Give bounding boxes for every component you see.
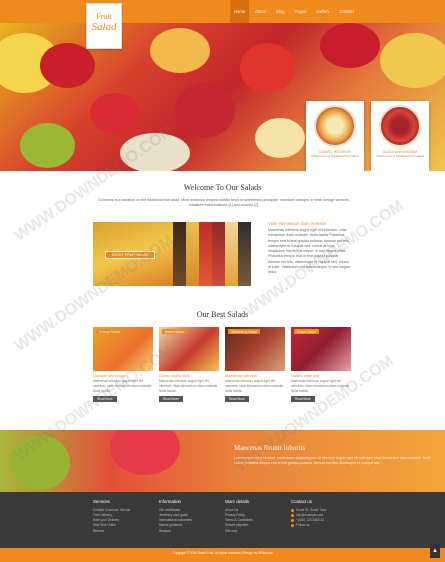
promo-banner: Maecenas Rruntr lobortis Lorem ipsum dol…	[0, 430, 445, 492]
gallery-thumb[interactable]	[212, 222, 225, 286]
footer-heading: Services	[93, 499, 110, 504]
salad-bowl-image	[314, 105, 356, 147]
nav-contact[interactable]: Contact	[336, 0, 358, 23]
read-more-button[interactable]: Read More	[225, 396, 249, 403]
salad-tile: Strawberry Salad Maecenas rutr quis Maec…	[225, 327, 285, 403]
salad-title[interactable]: Nullam vitae sed	[291, 374, 351, 378]
salad-image[interactable]: Mixed Salad	[159, 327, 219, 371]
hero-card[interactable]: AUGUSA ENGENUM Dolomera is a Traditional…	[371, 101, 429, 171]
salad-image[interactable]: Strawberry Salad	[225, 327, 285, 371]
footer-link[interactable]: Returns	[93, 529, 157, 534]
welcome-intro: Dolomera is a variation on the tradition…	[98, 198, 350, 208]
hero-fruit-apple	[255, 118, 305, 158]
social-icon	[291, 524, 294, 528]
arrow-up-icon: ▲	[432, 548, 438, 554]
hero-card-desc: Dolomera is a Traditional fruit salad	[311, 154, 359, 158]
salad-tag: Mixed Salad	[162, 329, 187, 334]
promo-fruit-kiwi	[10, 435, 70, 490]
salad-tag: Strawberry Salad	[228, 329, 261, 334]
hero-card-desc: Dolomera is a Traditional fruit salad	[376, 154, 424, 158]
salad-image[interactable]: Orange Salad	[93, 327, 153, 371]
footer-contact-text[interactable]: info@example.com	[296, 513, 323, 517]
footer-heading: More details	[225, 499, 249, 504]
hero-fruit-kiwi	[20, 123, 75, 168]
salad-title[interactable]: Donec mollis risus	[159, 374, 219, 378]
footer-heading: Information	[159, 499, 181, 504]
salad-desc: Maecenas interdum augue eget elit interd…	[225, 379, 284, 393]
read-more-button[interactable]: Read More	[159, 396, 183, 403]
copyright-bar: Copyright © 2016 Salad Fruit. All rights…	[0, 548, 445, 562]
gallery-thumb[interactable]	[173, 222, 186, 286]
mail-icon	[291, 513, 294, 517]
hero-fruit-strawberry	[320, 23, 380, 68]
hero-fruit-pineapple	[380, 33, 445, 88]
site-logo[interactable]: Fruit Salad	[86, 3, 122, 49]
gallery-main-image: ENJOY FRUIT SALAD	[93, 222, 173, 286]
read-more-button[interactable]: Read More	[291, 396, 315, 403]
nav-blog[interactable]: Blog	[272, 0, 288, 23]
salad-title[interactable]: Maecenas rutr quis	[225, 374, 285, 378]
salad-tile: Mixed Salad Donec mollis risus Maecenas …	[159, 327, 219, 403]
fruit-gallery: ENJOY FRUIT SALAD	[93, 222, 251, 286]
promo-fruit-watermelon	[110, 430, 180, 475]
footer-contact-text: +(000) 123 4565 32	[296, 518, 324, 523]
salad-desc: Maecenas interdum augue eget elit interd…	[159, 379, 218, 393]
hero-fruit-strawberry	[175, 83, 235, 138]
salad-tile: Grape Salad Nullam vitae sed Maecenas in…	[291, 327, 351, 403]
side-article-title: Vitae elementum diam molestie	[268, 221, 327, 226]
gallery-thumb[interactable]	[225, 222, 238, 286]
side-article-text: Maecenas interdum augue eget elit interd…	[268, 228, 350, 274]
footer-contact-text: Some St, Some Town	[296, 508, 327, 512]
footer-col-more-details: More details About Us Privacy Policy Ter…	[225, 499, 289, 534]
hero-fruit-melon	[150, 28, 210, 73]
main-nav: Home About Blog Pages Gallery Contact	[230, 0, 358, 23]
location-icon	[291, 508, 294, 512]
footer-col-contact: Contact us Some St, Some Town info@examp…	[291, 499, 355, 529]
promo-title: Maecenas Rruntr lobortis	[234, 444, 306, 452]
read-more-button[interactable]: Read More	[93, 396, 117, 403]
nav-gallery[interactable]: Gallery	[312, 0, 333, 23]
footer: Services Contact Customer Service Free D…	[0, 492, 445, 548]
salad-desc: Maecenas interdum augue eget elit interd…	[93, 379, 152, 393]
scroll-to-top-button[interactable]: ▲	[430, 544, 440, 558]
top-nav-bar	[0, 0, 445, 23]
nav-home[interactable]: Home	[230, 0, 250, 23]
footer-contact-text[interactable]: Follow us	[296, 523, 309, 527]
promo-text: Lorem ipsum dolor sit amet, consectetur …	[234, 456, 431, 466]
logo-line2: Salad	[91, 21, 117, 33]
nav-about[interactable]: About	[251, 0, 270, 23]
enjoy-fruit-salad-button[interactable]: ENJOY FRUIT SALAD	[105, 251, 156, 259]
footer-link[interactable]: Site map	[225, 529, 289, 534]
gallery-thumb[interactable]	[199, 222, 212, 286]
welcome-title: Welcome To Our Salads	[183, 183, 262, 192]
footer-heading: Contact us	[291, 499, 312, 504]
salad-title[interactable]: Quisque sed augue	[93, 374, 153, 378]
hero-fruit-strawberry	[240, 43, 295, 93]
footer-link[interactable]: Recipes	[159, 529, 223, 534]
salad-tag: Grape Salad	[294, 329, 320, 334]
hero-fruit-strawberry	[40, 43, 95, 88]
footer-col-services: Services Contact Customer Service Free D…	[93, 499, 157, 534]
salad-tile: Orange Salad Quisque sed augue Maecenas …	[93, 327, 153, 403]
logo-line1: Fruit	[96, 12, 112, 21]
salad-desc: Maecenas interdum augue eget elit interd…	[291, 379, 350, 393]
gallery-thumb[interactable]	[186, 222, 199, 286]
nav-pages[interactable]: Pages	[291, 0, 311, 23]
best-salads-title: Our Best Salads	[196, 310, 249, 319]
footer-contact-item[interactable]: Follow us	[291, 523, 355, 528]
salad-bowl-image	[379, 105, 421, 147]
copyright-text: Copyright © 2016 Salad Fruit. All rights…	[172, 551, 273, 555]
hero-card[interactable]: DOMEO INTERIOR Dolomera is a Traditional…	[306, 101, 364, 171]
salad-tag: Orange Salad	[96, 329, 123, 334]
hero-fruit-strawberry	[90, 93, 140, 133]
hero-banner: DOMEO INTERIOR Dolomera is a Traditional…	[0, 23, 445, 171]
hero-fruit-banana	[120, 133, 190, 171]
footer-col-information: Information Gift certificates Jewellery …	[159, 499, 223, 534]
salad-image[interactable]: Grape Salad	[291, 327, 351, 371]
phone-icon	[291, 518, 294, 522]
gallery-thumb[interactable]	[238, 222, 251, 286]
